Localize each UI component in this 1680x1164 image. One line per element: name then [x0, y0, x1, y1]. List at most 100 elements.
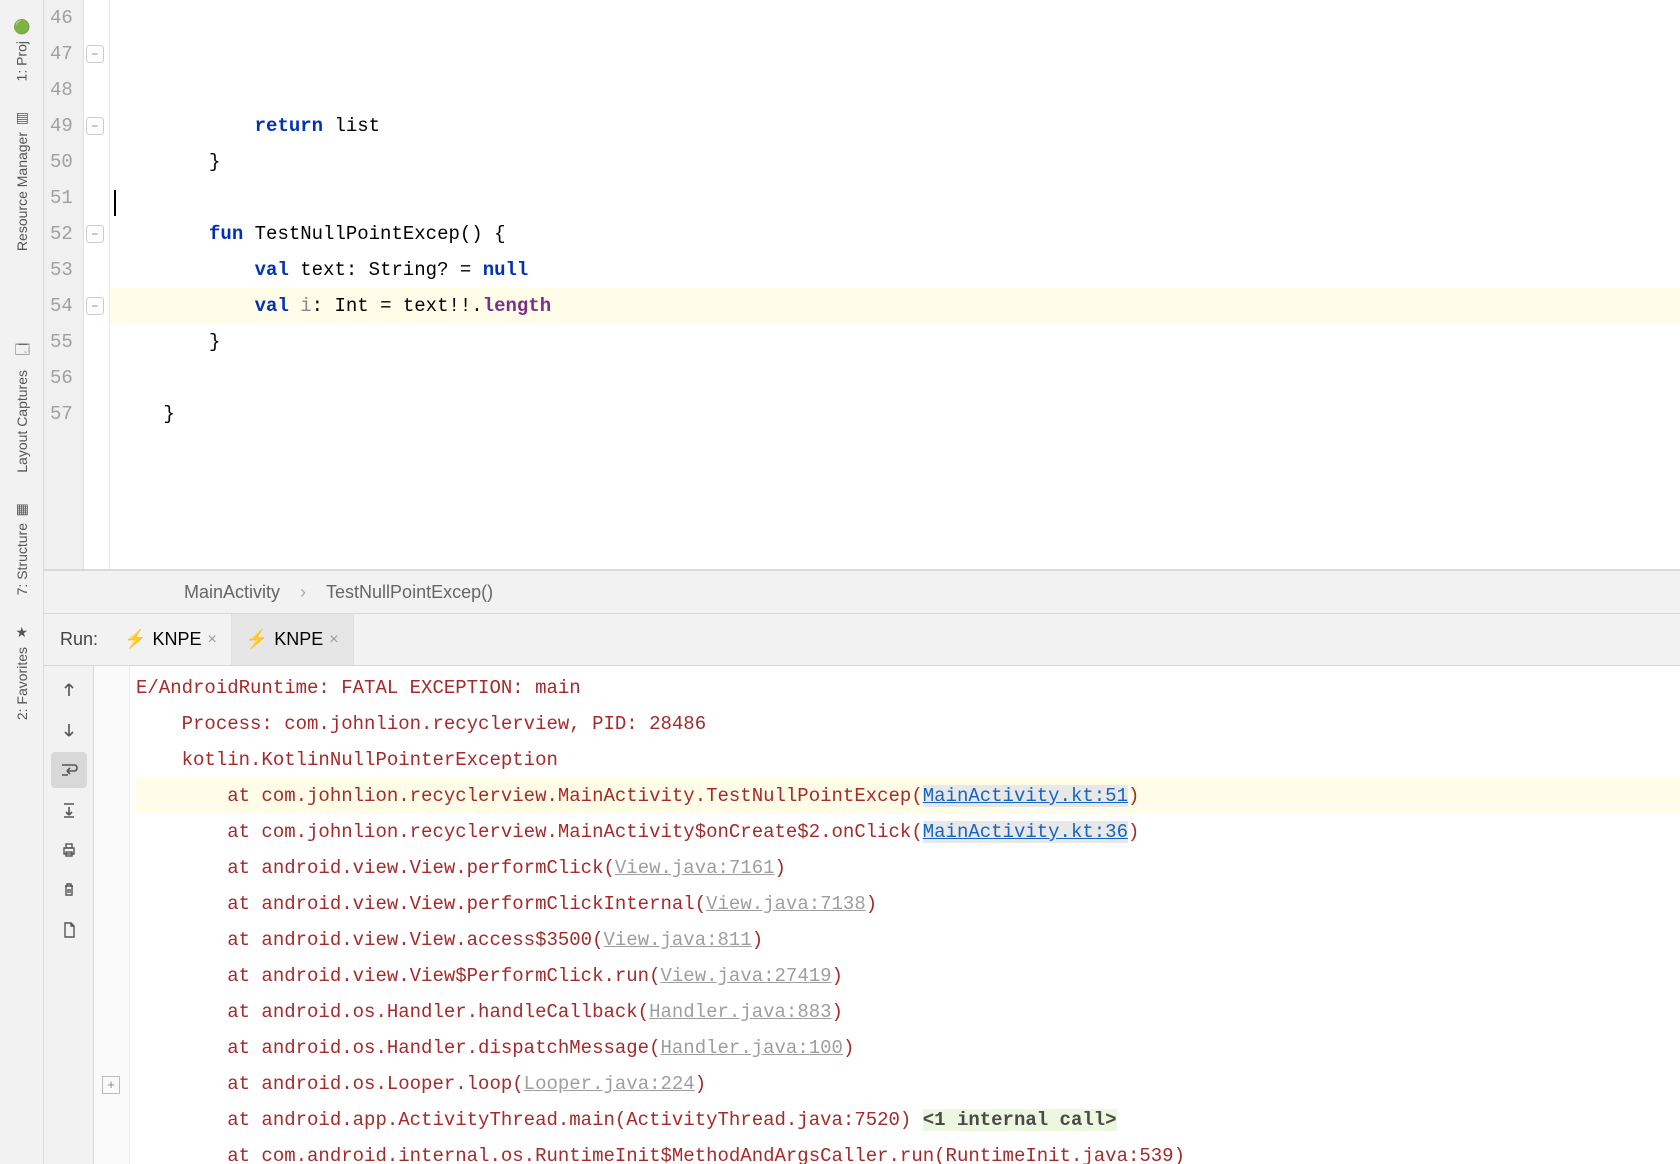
- scroll-to-end-button[interactable]: [51, 792, 87, 828]
- breadcrumb: MainActivity › TestNullPointExcep(): [44, 570, 1680, 614]
- stack-link[interactable]: Handler.java:883: [649, 1001, 831, 1023]
- console-text: at com.android.internal.os.RuntimeInit$M…: [227, 1145, 1185, 1164]
- code-line[interactable]: return list: [110, 108, 1680, 144]
- code-line[interactable]: [110, 360, 1680, 396]
- console-line: at android.view.View.access$3500(View.ja…: [136, 922, 1680, 958]
- console-text: at android.os.Handler.dispatchMessage(: [227, 1037, 660, 1059]
- structure-icon: ▦: [15, 500, 28, 517]
- line-number: 54: [50, 288, 73, 324]
- stack-link[interactable]: Handler.java:100: [661, 1037, 843, 1059]
- code-line[interactable]: }: [110, 144, 1680, 180]
- left-tool-strip: 1: Proj 🟢 Resource Manager ▤ Layout Capt…: [0, 0, 44, 1164]
- console-line: at com.johnlion.recyclerview.MainActivit…: [136, 814, 1680, 850]
- tool-structure[interactable]: 7: Structure ▦: [14, 486, 30, 609]
- code-editor[interactable]: 464748495051525354555657 −−−− return lis…: [44, 0, 1680, 570]
- soft-wrap-button[interactable]: [51, 752, 87, 788]
- bolt-icon: ⚡: [246, 629, 268, 650]
- layout-captures-label: Layout Captures: [14, 370, 30, 473]
- code-line[interactable]: [110, 180, 1680, 216]
- stack-link[interactable]: View.java:7161: [615, 857, 775, 879]
- code-line[interactable]: }: [110, 324, 1680, 360]
- tool-favorites[interactable]: 2: Favorites ★: [14, 610, 30, 734]
- project-label: 1: Proj: [14, 41, 30, 81]
- console-text: at android.view.View.access$3500(: [227, 929, 603, 951]
- code-line[interactable]: [110, 468, 1680, 504]
- code-line[interactable]: val text: String? = null: [110, 252, 1680, 288]
- fold-toggle[interactable]: −: [86, 45, 104, 63]
- stack-link[interactable]: Looper.java:224: [524, 1073, 695, 1095]
- code-line[interactable]: val i: Int = text!!.length: [110, 288, 1680, 324]
- console-line: at android.view.View.performClick(View.j…: [136, 850, 1680, 886]
- text-caret: [114, 190, 116, 216]
- run-panel-header: Run: ⚡ KNPE × ⚡ KNPE ×: [44, 614, 1680, 666]
- resource-manager-icon: ▤: [15, 109, 28, 126]
- clear-button[interactable]: [51, 872, 87, 908]
- line-number: 50: [50, 144, 73, 180]
- bolt-icon: ⚡: [124, 629, 146, 650]
- console-text: ): [1128, 785, 1139, 807]
- tool-resource-manager[interactable]: Resource Manager ▤: [14, 95, 30, 265]
- fold-toggle[interactable]: −: [86, 225, 104, 243]
- stack-link[interactable]: View.java:27419: [661, 965, 832, 987]
- line-number: 57: [50, 396, 73, 432]
- console-line: at com.android.internal.os.RuntimeInit$M…: [136, 1138, 1680, 1164]
- console-text: ): [695, 1073, 706, 1095]
- console-text: kotlin.KotlinNullPointerException: [182, 749, 558, 771]
- tool-layout-captures[interactable]: Layout Captures 🗔: [14, 326, 30, 487]
- run-tab-label: KNPE: [152, 629, 201, 650]
- console-text: at android.view.View.performClick(: [227, 857, 615, 879]
- code-line[interactable]: [110, 504, 1680, 540]
- code-line[interactable]: [110, 432, 1680, 468]
- doc-button[interactable]: [51, 912, 87, 948]
- run-label: Run:: [44, 629, 110, 650]
- stack-link[interactable]: MainActivity.kt:51: [923, 785, 1128, 807]
- print-button[interactable]: [51, 832, 87, 868]
- console-text: at com.johnlion.recyclerview.MainActivit…: [227, 785, 923, 807]
- stack-link[interactable]: MainActivity.kt:36: [923, 821, 1128, 843]
- line-number: 47: [50, 36, 73, 72]
- console-text: E/AndroidRuntime: FATAL EXCEPTION: main: [136, 677, 581, 699]
- layout-captures-icon: 🗔: [14, 340, 29, 364]
- expand-icon[interactable]: +: [102, 1076, 120, 1094]
- run-tab-knpe-2[interactable]: ⚡ KNPE ×: [232, 614, 354, 665]
- console-line: at android.os.Handler.dispatchMessage(Ha…: [136, 1030, 1680, 1066]
- run-panel-body: + E/AndroidRuntime: FATAL EXCEPTION: mai…: [44, 666, 1680, 1164]
- run-toolbar: [44, 666, 94, 1164]
- console-line: at android.view.View$PerformClick.run(Vi…: [136, 958, 1680, 994]
- fold-column: − − − −: [84, 0, 110, 569]
- internal-call-badge: <1 internal call>: [923, 1109, 1117, 1131]
- breadcrumb-separator-icon: ›: [300, 582, 306, 603]
- down-button[interactable]: [51, 712, 87, 748]
- stack-link[interactable]: View.java:811: [603, 929, 751, 951]
- console-line: E/AndroidRuntime: FATAL EXCEPTION: main: [136, 670, 1680, 706]
- console-text: at android.os.Handler.handleCallback(: [227, 1001, 649, 1023]
- resource-manager-label: Resource Manager: [14, 132, 30, 251]
- close-icon[interactable]: ×: [329, 631, 338, 649]
- stack-link[interactable]: View.java:7138: [706, 893, 866, 915]
- fold-toggle[interactable]: −: [86, 117, 104, 135]
- console-gutter: +: [94, 666, 130, 1164]
- console-text: at android.view.View.performClickInterna…: [227, 893, 706, 915]
- console-line: at com.johnlion.recyclerview.MainActivit…: [136, 778, 1680, 814]
- line-number: 55: [50, 324, 73, 360]
- console-line: at android.view.View.performClickInterna…: [136, 886, 1680, 922]
- console-text: ): [1128, 821, 1139, 843]
- up-button[interactable]: [51, 672, 87, 708]
- line-number: 53: [50, 252, 73, 288]
- console-text: ): [843, 1037, 854, 1059]
- run-tab-knpe-1[interactable]: ⚡ KNPE ×: [110, 614, 232, 665]
- code-line[interactable]: fun TestNullPointExcep() {: [110, 216, 1680, 252]
- console-text: ): [775, 857, 786, 879]
- close-icon[interactable]: ×: [207, 631, 216, 649]
- line-number: 49: [50, 108, 73, 144]
- console-output[interactable]: E/AndroidRuntime: FATAL EXCEPTION: main …: [130, 666, 1680, 1164]
- fold-toggle[interactable]: −: [86, 297, 104, 315]
- code-line[interactable]: }: [110, 396, 1680, 432]
- tool-project[interactable]: 1: Proj 🟢: [13, 4, 30, 95]
- console-line: kotlin.KotlinNullPointerException: [136, 742, 1680, 778]
- console-line: at android.os.Looper.loop(Looper.java:22…: [136, 1066, 1680, 1102]
- breadcrumb-method[interactable]: TestNullPointExcep(): [326, 582, 493, 603]
- line-number: 51: [50, 180, 73, 216]
- breadcrumb-class[interactable]: MainActivity: [184, 582, 280, 603]
- code-area[interactable]: return list } fun TestNullPointExcep() {…: [110, 0, 1680, 569]
